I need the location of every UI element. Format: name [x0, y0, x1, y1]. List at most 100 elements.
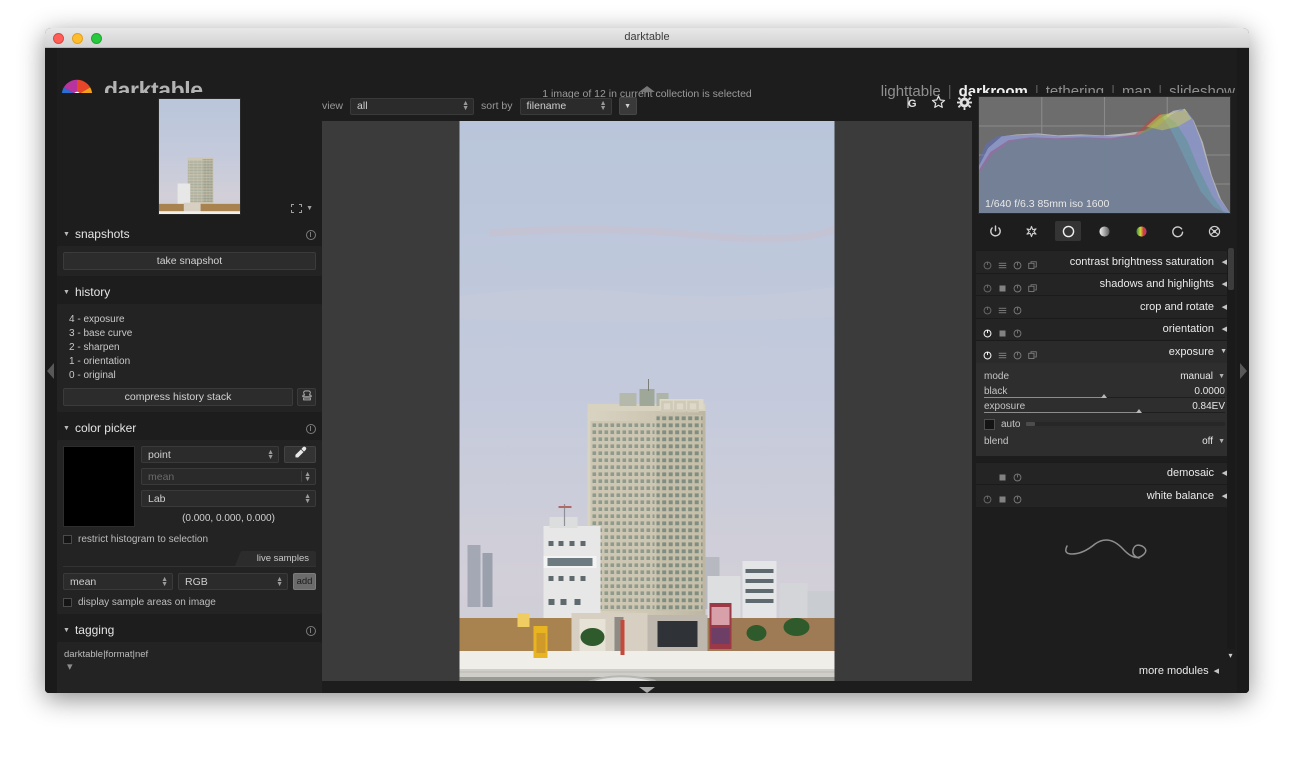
auto-percentile-slider[interactable] [1026, 422, 1225, 426]
effects-group-icon[interactable] [1201, 221, 1227, 241]
color-group-icon[interactable] [1128, 221, 1154, 241]
black-slider[interactable]: black 0.0000 [984, 384, 1225, 399]
grouping-toggle-icon[interactable]: G [907, 96, 920, 110]
exposure-mode-row[interactable]: mode manual ▼ [984, 369, 1225, 384]
restrict-histogram-checkbox-row[interactable]: restrict histogram to selection [63, 534, 316, 545]
reset-icon[interactable] [1013, 280, 1022, 293]
exposure-slider[interactable]: exposure 0.84EV [984, 399, 1225, 414]
reset-icon[interactable] [306, 229, 316, 240]
more-modules-button[interactable]: more modules ◀ [1139, 665, 1219, 677]
auto-exposure-row[interactable]: auto [984, 418, 1225, 430]
edited-photo[interactable] [459, 121, 835, 681]
power-toggle-icon[interactable] [983, 325, 992, 338]
reset-icon[interactable] [1013, 257, 1022, 270]
slider-knob[interactable] [1135, 408, 1142, 413]
attached-tags-list[interactable]: darktable|format|nef [57, 642, 322, 693]
gear-icon[interactable] [957, 95, 972, 110]
chevron-down-icon[interactable]: ▼ [1218, 373, 1225, 380]
overlays-star-icon[interactable] [931, 95, 946, 110]
history-item[interactable]: 3 - base curve [65, 326, 314, 340]
zoom-fit-control[interactable]: ▼ [291, 204, 313, 213]
module-row-exposure[interactable]: exposure ▼ [976, 340, 1233, 363]
blend-row[interactable]: blend off ▼ [984, 434, 1225, 449]
navigation-thumbnail[interactable] [158, 98, 241, 215]
left-panel-scroll-down[interactable]: ▾ [67, 660, 73, 673]
power-toggle-icon[interactable] [983, 347, 992, 360]
presets-menu-icon[interactable] [998, 280, 1007, 292]
auto-exposure-checkbox[interactable] [984, 418, 995, 430]
compress-history-stack-button[interactable]: compress history stack [63, 388, 293, 406]
basic-group-icon[interactable] [1055, 221, 1081, 241]
power-toggle-icon[interactable] [983, 280, 992, 293]
sort-by-select[interactable]: filename ▲ ▼ [519, 97, 612, 115]
history-item[interactable]: 2 - sharpen [65, 340, 314, 354]
active-group-icon[interactable] [982, 221, 1008, 241]
left-panel-collapse-handle[interactable] [45, 48, 57, 693]
module-row-white-balance[interactable]: white balance ◀ [976, 484, 1233, 507]
right-panel-collapse-handle[interactable] [1237, 48, 1249, 693]
tone-group-icon[interactable] [1092, 221, 1118, 241]
chevron-updown-icon: ▲ ▼ [304, 492, 311, 505]
multi-instance-icon[interactable] [1028, 257, 1037, 270]
presets-menu-icon[interactable] [998, 491, 1007, 503]
history-item[interactable]: 1 - orientation [65, 354, 314, 368]
presets-menu-icon[interactable] [998, 325, 1007, 337]
picker-colorspace-select[interactable]: Lab ▲ ▼ [141, 490, 316, 507]
image-canvas[interactable] [322, 121, 972, 681]
presets-menu-icon[interactable] [998, 469, 1007, 481]
reset-icon[interactable] [306, 423, 316, 434]
live-statistic-select[interactable]: mean ▲ ▼ [63, 573, 173, 590]
picker-area-select[interactable]: point ▲ ▼ [141, 446, 279, 463]
top-panel-collapse-handle[interactable] [322, 86, 972, 93]
sort-direction-button[interactable]: ▼ [618, 97, 637, 115]
multi-instance-icon[interactable] [1028, 280, 1037, 292]
multi-instance-icon[interactable] [1028, 347, 1037, 360]
reset-icon[interactable] [1013, 469, 1022, 482]
right-panel-scroll-down[interactable]: ▾ [1225, 650, 1236, 661]
history-item[interactable]: 0 - original [65, 368, 314, 382]
chevron-down-icon[interactable]: ▼ [1218, 438, 1225, 445]
create-style-button[interactable] [297, 388, 316, 406]
presets-menu-icon[interactable] [998, 257, 1007, 269]
bottom-panel-collapse-handle[interactable] [322, 681, 972, 693]
live-colorspace-select[interactable]: RGB ▲ ▼ [178, 573, 288, 590]
display-samples-checkbox-row[interactable]: display sample areas on image [63, 597, 316, 608]
display-samples-checkbox[interactable] [63, 598, 72, 607]
module-row-contrast-brightness-saturation[interactable]: contrast brightness saturation ◀ [976, 250, 1233, 273]
power-toggle-icon[interactable] [983, 302, 992, 315]
scrollbar-thumb[interactable] [1228, 248, 1234, 290]
history-item[interactable]: 4 - exposure [65, 312, 314, 326]
restrict-histogram-checkbox[interactable] [63, 535, 72, 544]
tagging-header[interactable]: ▼ tagging [57, 619, 322, 642]
reset-icon[interactable] [1013, 347, 1022, 360]
live-samples-tab[interactable]: live samples [243, 551, 316, 566]
power-toggle-icon[interactable] [983, 491, 992, 504]
color-picker-header[interactable]: ▼ color picker [57, 417, 322, 440]
take-snapshot-button[interactable]: take snapshot [63, 252, 316, 270]
favorites-group-icon[interactable] [1019, 221, 1045, 241]
svg-text:G: G [908, 98, 917, 110]
presets-menu-icon[interactable] [998, 302, 1007, 314]
correction-group-icon[interactable] [1165, 221, 1191, 241]
reset-icon[interactable] [1013, 325, 1022, 338]
view-filter-select[interactable]: all ▲ ▼ [350, 97, 475, 115]
power-toggle-icon[interactable] [983, 257, 992, 270]
eyedropper-button[interactable] [284, 446, 316, 463]
right-panel-scrollbar[interactable] [1227, 248, 1235, 649]
reset-icon[interactable] [1013, 491, 1022, 504]
histogram[interactable]: 1/640 f/6.3 85mm iso 1600 [978, 96, 1231, 214]
snapshots-header[interactable]: ▼ snapshots [57, 223, 322, 246]
module-row-orientation[interactable]: orientation ◀ [976, 317, 1233, 340]
slider-knob[interactable] [1101, 393, 1107, 398]
reset-icon[interactable] [306, 625, 316, 636]
module-row-crop-and-rotate[interactable]: crop and rotate ◀ [976, 295, 1233, 318]
add-live-sample-button[interactable]: add [293, 573, 316, 590]
tag-item[interactable]: darktable|format|nef [64, 649, 315, 660]
module-row-demosaic[interactable]: demosaic ◀ [976, 461, 1233, 484]
chevron-left-icon [47, 362, 54, 379]
presets-menu-icon[interactable] [998, 347, 1007, 359]
module-row-shadows-and-highlights[interactable]: shadows and highlights ◀ [976, 272, 1233, 295]
history-header[interactable]: ▼ history [57, 281, 322, 304]
picker-statistic-select[interactable]: mean ▲ ▼ [141, 468, 316, 485]
reset-icon[interactable] [1013, 302, 1022, 315]
